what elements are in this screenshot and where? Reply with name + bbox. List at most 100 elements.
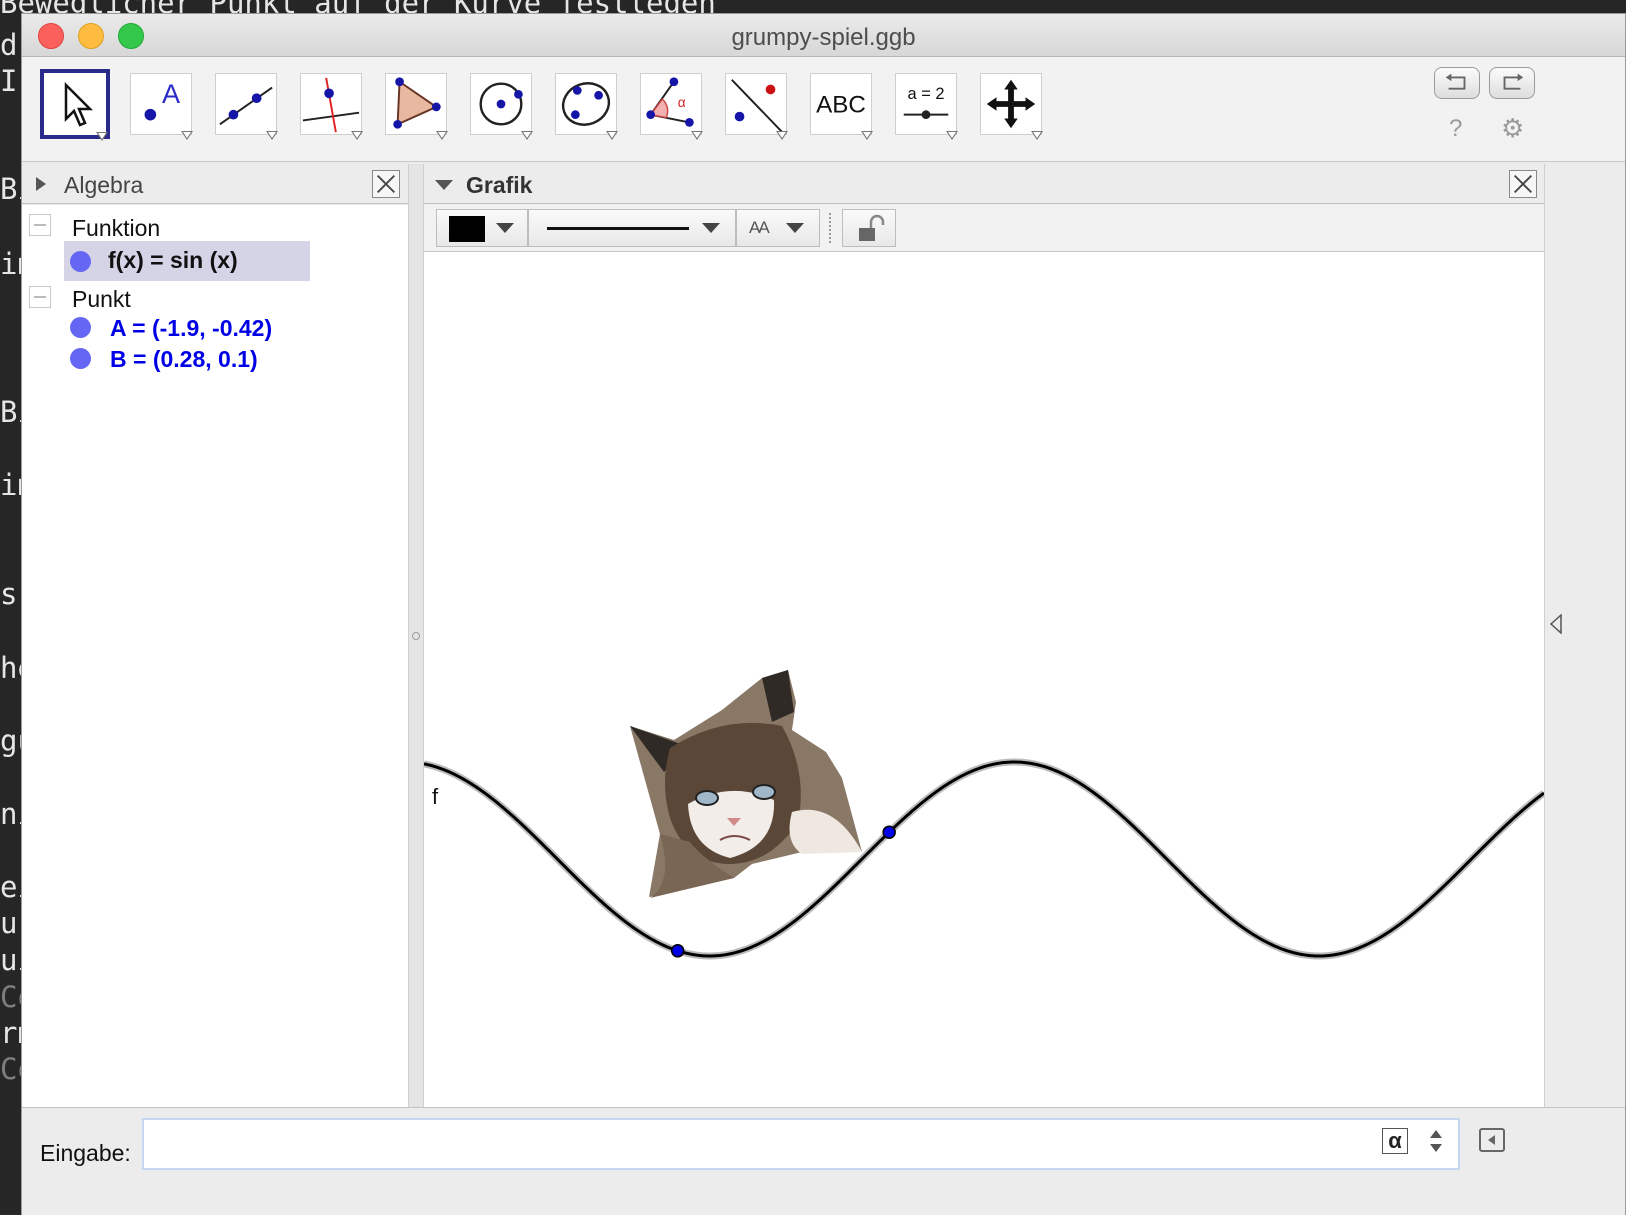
function-label: f xyxy=(432,784,439,809)
chevron-down-icon xyxy=(946,131,958,140)
input-bar: Eingabe: α xyxy=(22,1107,1625,1215)
conic-tool-button[interactable] xyxy=(555,73,618,140)
undo-button[interactable] xyxy=(1434,67,1480,99)
toggle-keyboard-button[interactable] xyxy=(1479,1128,1505,1152)
geogebra-window: grumpy-spiel.ggb A α ABC a = 2 ? ⚙ Algeb… xyxy=(22,14,1625,1215)
visibility-toggle-icon[interactable] xyxy=(70,317,91,338)
text-icon: ABC xyxy=(816,92,866,119)
perpendicular-line-icon xyxy=(302,77,360,133)
redo-icon xyxy=(1503,73,1524,90)
terminal-line: d xyxy=(0,28,18,62)
polygon-icon xyxy=(393,77,441,129)
polygon-tool-button[interactable] xyxy=(385,73,448,140)
graphics-view[interactable]: f xyxy=(424,252,1544,1107)
point-tool-button[interactable]: A xyxy=(130,73,193,140)
chevron-down-icon xyxy=(776,131,788,140)
label-style-button[interactable]: AA xyxy=(736,209,820,247)
separator xyxy=(829,213,833,243)
point-A-icon: A xyxy=(144,78,181,121)
point-tool-letter: A xyxy=(162,78,181,109)
collapse-punkt-button[interactable] xyxy=(29,286,51,308)
algebra-header: Algebra xyxy=(22,164,408,204)
title-bar[interactable]: grumpy-spiel.ggb xyxy=(22,14,1625,57)
algebra-item-B[interactable]: B = (0.28, 0.1) xyxy=(64,344,364,384)
close-algebra-button[interactable] xyxy=(372,170,400,198)
visibility-toggle-icon[interactable] xyxy=(70,348,91,369)
algebra-item-f[interactable]: f(x) = sin (x) xyxy=(64,241,310,281)
chevron-down-icon xyxy=(436,131,448,140)
chevron-down-icon xyxy=(606,131,618,140)
angle-tool-letter: α xyxy=(678,95,686,110)
reflect-about-line-icon xyxy=(731,79,783,133)
input-field[interactable] xyxy=(142,1118,1460,1170)
triangle-left-icon[interactable] xyxy=(1549,614,1563,634)
chevron-down-icon xyxy=(181,131,193,140)
history-stepper-icon[interactable] xyxy=(1428,1128,1444,1154)
chevron-down-icon xyxy=(786,223,804,233)
grafik-header: Grafik xyxy=(424,164,1544,204)
point-A[interactable] xyxy=(670,944,685,958)
window-title: grumpy-spiel.ggb xyxy=(731,24,916,51)
function-curve-f[interactable] xyxy=(424,760,1544,958)
terminal-line: s xyxy=(0,577,18,611)
chevron-down-icon xyxy=(496,223,514,233)
text-tool-button[interactable]: ABC xyxy=(810,73,873,140)
line-through-points-icon xyxy=(219,86,273,126)
triangle-down-icon[interactable] xyxy=(434,178,454,192)
gear-icon[interactable]: ⚙ xyxy=(1501,113,1524,144)
color-picker-button[interactable] xyxy=(436,209,528,247)
slider-tool-label: a = 2 xyxy=(907,85,944,103)
circle-center-point-icon xyxy=(479,82,523,126)
help-icon[interactable]: ? xyxy=(1449,115,1462,143)
angle-tool-button[interactable]: α xyxy=(640,73,703,140)
grumpy-cat-image[interactable] xyxy=(630,670,862,898)
redo-button[interactable] xyxy=(1489,67,1535,99)
function-plot[interactable]: f xyxy=(424,252,1544,1107)
panel-divider[interactable] xyxy=(408,164,424,1107)
close-grafik-button[interactable] xyxy=(1509,170,1537,198)
group-label-punkt: Punkt xyxy=(72,286,131,312)
move-view-icon xyxy=(986,79,1036,129)
text-tool-label: ABC xyxy=(816,92,866,119)
alpha-keyboard-button[interactable]: α xyxy=(1382,1128,1408,1154)
chevron-down-icon xyxy=(266,131,278,140)
reflect-tool-button[interactable] xyxy=(725,73,788,140)
collapse-funktion-button[interactable] xyxy=(29,214,51,236)
close-icon xyxy=(376,174,396,194)
point-B[interactable] xyxy=(882,825,896,839)
slider-tool-button[interactable]: a = 2 xyxy=(895,73,958,140)
line-tool-button[interactable] xyxy=(215,73,278,140)
terminal-line: I xyxy=(0,64,18,98)
grafik-title: Grafik xyxy=(466,172,533,198)
style-bar: AA xyxy=(424,205,1544,252)
angle-icon: α xyxy=(646,77,694,127)
label-style-icon: AA xyxy=(749,218,770,237)
chevron-down-icon xyxy=(96,132,108,141)
arrow-pointer-icon xyxy=(64,81,94,127)
move-graphics-tool-button[interactable] xyxy=(980,73,1043,140)
visibility-toggle-icon[interactable] xyxy=(70,251,91,272)
divider-handle-icon[interactable] xyxy=(412,632,420,640)
ellipse-icon xyxy=(561,82,611,126)
lock-open-icon xyxy=(859,214,885,241)
triangle-right-icon[interactable] xyxy=(34,176,48,192)
perpendicular-tool-button[interactable] xyxy=(300,73,363,140)
algebra-item-text: f(x) = sin (x) xyxy=(108,247,238,273)
chevron-down-icon xyxy=(702,223,720,233)
line-style-button[interactable] xyxy=(528,209,736,247)
slider-icon: a = 2 xyxy=(903,85,949,119)
undo-icon xyxy=(1445,73,1466,90)
group-label-funktion: Funktion xyxy=(72,215,161,241)
chevron-down-icon xyxy=(691,131,703,140)
chevron-down-icon xyxy=(1031,131,1043,140)
algebra-view: Funktion f(x) = sin (x) Punkt A = (-1.9,… xyxy=(22,205,408,1107)
move-tool-button[interactable] xyxy=(40,69,110,141)
right-panel-strip[interactable] xyxy=(1544,164,1567,1107)
line-style-preview xyxy=(547,227,689,230)
toolbar: A α ABC a = 2 ? ⚙ xyxy=(22,57,1625,162)
close-icon xyxy=(1513,174,1533,194)
circle-tool-button[interactable] xyxy=(470,73,533,140)
fix-object-button[interactable] xyxy=(842,209,896,247)
algebra-item-text: B = (0.28, 0.1) xyxy=(110,346,258,372)
keyboard-arrow-icon xyxy=(1488,1135,1495,1145)
